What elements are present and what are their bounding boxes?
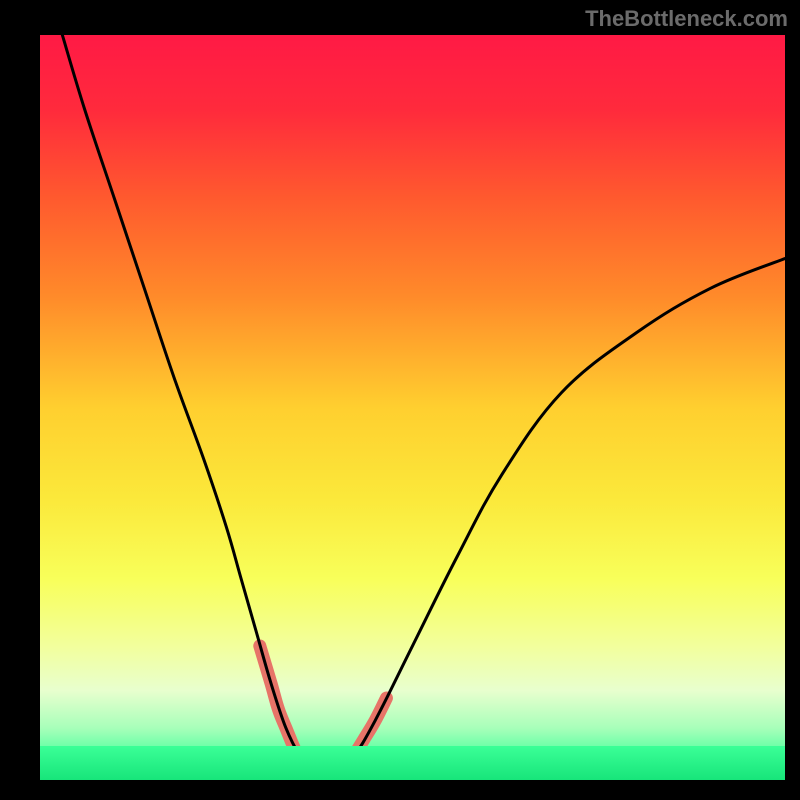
chart-stage: TheBottleneck.com: [0, 0, 800, 800]
plot-area: [40, 35, 785, 780]
bottleneck-curve: [62, 35, 785, 772]
green-band: [40, 746, 785, 780]
watermark-text: TheBottleneck.com: [585, 6, 788, 32]
curve-layer: [40, 35, 785, 780]
